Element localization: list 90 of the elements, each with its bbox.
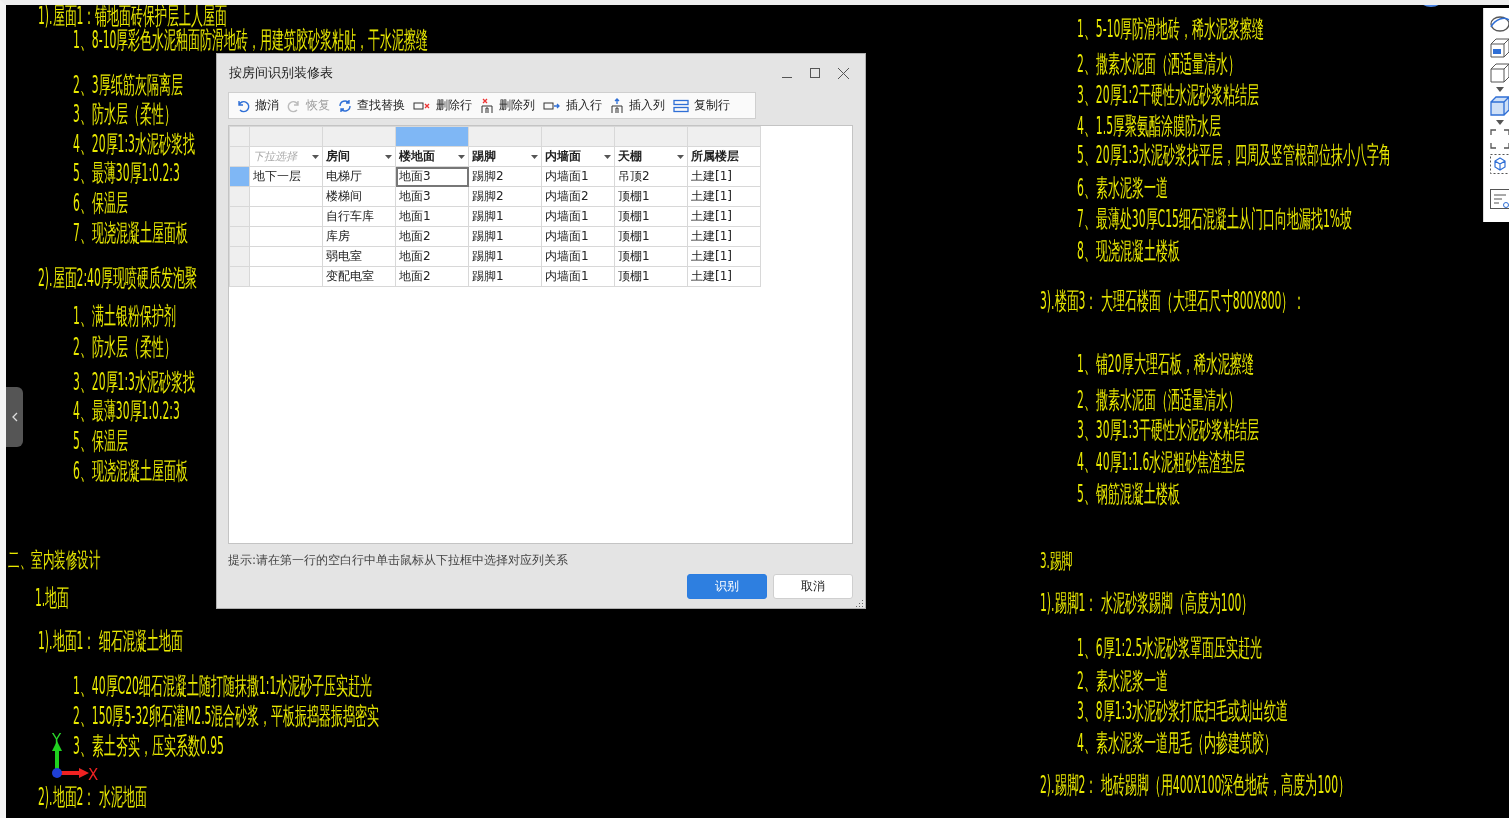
drawing-note: 4、20厚1:3水泥砂浆找 <box>73 133 195 155</box>
close-icon <box>837 67 849 79</box>
toolbar-button[interactable]: 删除行 <box>410 94 475 117</box>
cube-3d-icon[interactable] <box>1488 37 1509 59</box>
column-header: 楼地面 <box>399 148 435 165</box>
drawing-note: 1).地面1： 细石混凝土地面 <box>38 630 183 652</box>
drawing-note: 3、20厚1:2干硬性水泥砂浆粘结层 <box>1077 84 1259 106</box>
toolbar-button[interactable]: 删除列 <box>477 94 538 117</box>
undo-icon <box>236 98 250 113</box>
row-header <box>229 146 250 167</box>
drawing-note: 3、8厚1:3水泥砂浆打底扫毛或划出纹道 <box>1077 700 1289 722</box>
drawing-note: 5、最薄30厚1:0.2:3 <box>73 162 180 184</box>
drawing-note: 2、150厚5-32卵石灌M2.5混合砂浆，平板振捣器振捣密实 <box>73 705 380 727</box>
drawing-note: 1.地面 <box>35 587 70 609</box>
dropdown-arrow-icon[interactable] <box>604 154 611 159</box>
corner-cell <box>229 126 250 147</box>
drawing-note: 2、素水泥浆一道 <box>1077 670 1168 692</box>
drawing-note: 1、铺20厚大理石板，稀水泥擦缝 <box>1077 353 1254 375</box>
drawing-note: 2).踢脚2： 地砖踢脚（用400X100深色地砖，高度为100） <box>1040 774 1350 796</box>
drawing-note: 2、撒素水泥面（洒适量清水） <box>1077 389 1240 411</box>
minimize-icon <box>782 77 792 78</box>
delete-column-icon <box>480 97 494 114</box>
column-header: 所属楼层 <box>691 148 739 165</box>
column-header: 内墙面 <box>545 148 581 165</box>
drawing-note: 2).地面2： 水泥地面 <box>38 786 147 808</box>
drawing-note: 2、防水层（柔性） <box>73 336 176 358</box>
drawing-note: 4、1.5厚聚氨酯涂膜防水层 <box>1077 115 1222 137</box>
drawing-note: 8、现浇混凝土楼板 <box>1077 240 1180 262</box>
toolbar-button[interactable]: 插入列 <box>607 94 668 117</box>
insert-column-icon <box>610 97 624 114</box>
dropdown-arrow-icon[interactable] <box>531 154 538 159</box>
drawing-note: 3.踢脚 <box>1040 550 1073 572</box>
toolbar-button[interactable]: 插入行 <box>540 94 605 117</box>
drawing-note: 5、20厚1:3水泥砂浆找平层，四周及竖管根部位抹小八字角 <box>1077 144 1391 166</box>
drawing-note: 3、防水层（柔性） <box>73 103 176 125</box>
window-title: 按房间识别装修表 <box>229 64 334 82</box>
dropdown-arrow-icon[interactable] <box>312 154 319 159</box>
hint-text: 提示:请在第一行的空白行中单击鼠标从下拉框中选择对应列关系 <box>228 552 570 568</box>
maximize-icon <box>810 68 820 78</box>
drawing-note: 2).屋面2:40厚现喷硬质发泡聚 <box>38 267 197 289</box>
cube-icon[interactable] <box>1488 95 1509 117</box>
drawing-note: 4、最薄30厚1:0.2:3 <box>73 400 180 422</box>
toolbar-button[interactable]: 撤消 <box>233 94 282 117</box>
drawing-note: 1、40厚C20细石混凝土随打随抹撒1:1水泥砂子压实赶光 <box>73 675 373 697</box>
drawing-note: 6、现浇混凝土屋面板 <box>73 460 188 482</box>
drawing-note: 1).踢脚1： 水泥砂浆踢脚（高度为100） <box>1040 592 1254 614</box>
refresh-icon <box>338 98 352 113</box>
drawing-note: 1、满土银粉保护剂 <box>73 305 176 327</box>
drawing-note: 2、3厚纸筋灰隔离层 <box>73 74 183 96</box>
drawing-note: 1、8-10厚彩色水泥釉面防滑地砖，用建筑胶砂浆粘贴，干水泥擦缝 <box>73 29 429 51</box>
copy-row-icon <box>673 98 689 113</box>
drawing-note: 7、现浇混凝土屋面板 <box>73 222 188 244</box>
toolbar-button[interactable]: 复制行 <box>670 94 733 117</box>
cancel-button[interactable]: 取消 <box>773 574 853 599</box>
cube-icon[interactable] <box>1488 62 1509 84</box>
dropdown-arrow-icon[interactable] <box>385 154 392 159</box>
drawing-note: 4、40厚1:1.6水泥粗砂焦渣垫层 <box>1077 451 1246 473</box>
fit-view-icon[interactable] <box>1488 128 1509 150</box>
drawing-note: 3).楼面3： 大理石楼面（大理石尺寸800X800）： <box>1040 290 1306 312</box>
drawing-note: 6、保温层 <box>73 192 128 214</box>
orbit-icon[interactable] <box>1488 14 1509 34</box>
chevron-left-icon <box>11 412 18 422</box>
drawing-note: 3、素土夯实，压实系数0.95 <box>73 735 224 757</box>
caret-icon[interactable] <box>1495 87 1504 92</box>
drawing-note: 7、最薄处30厚C15细石混凝土从门口向地漏找1%坡 <box>1077 208 1352 230</box>
axis-label: Y <box>52 733 62 748</box>
drawing-note: 5、保温层 <box>73 430 128 452</box>
caret-icon[interactable] <box>1495 120 1504 125</box>
drawing-note: 2、撒素水泥面（洒适量清水） <box>1077 53 1240 75</box>
dropdown-arrow-icon[interactable] <box>458 154 465 159</box>
drawing-note: 5、钢筋混凝土楼板 <box>1077 483 1180 505</box>
resize-grip-icon[interactable] <box>856 599 864 607</box>
redo-icon <box>287 98 301 113</box>
drawing-note: 6、素水泥浆一道 <box>1077 177 1168 199</box>
column-header: 房间 <box>326 148 350 165</box>
box-view-icon[interactable] <box>1488 153 1509 175</box>
drawing-note: 1、5-10厚防滑地砖，稀水泥浆擦缝 <box>1077 18 1265 40</box>
dropdown-arrow-icon[interactable] <box>677 154 684 159</box>
drawing-note: 4、素水泥浆一道甩毛（内掺建筑胶） <box>1077 732 1276 754</box>
column-header: 天棚 <box>618 148 642 165</box>
list-view-icon[interactable] <box>1488 188 1509 210</box>
drawing-note: 3、30厚1:3干硬性水泥砂浆粘结层 <box>1077 419 1259 441</box>
drawing-note: 二、室内装修设计 <box>8 549 101 571</box>
drawing-note: 3、20厚1:3水泥砂浆找 <box>73 371 195 393</box>
axis-label: X <box>88 768 99 783</box>
drawing-note: 1、6厚1:2.5水泥砂浆罩面压实赶光 <box>1077 637 1263 659</box>
recognize-button[interactable]: 识别 <box>687 574 767 599</box>
toolbar-button[interactable]: 查找替换 <box>335 94 408 117</box>
column-header: 踢脚 <box>472 148 496 165</box>
collapse-tab[interactable] <box>6 387 23 447</box>
